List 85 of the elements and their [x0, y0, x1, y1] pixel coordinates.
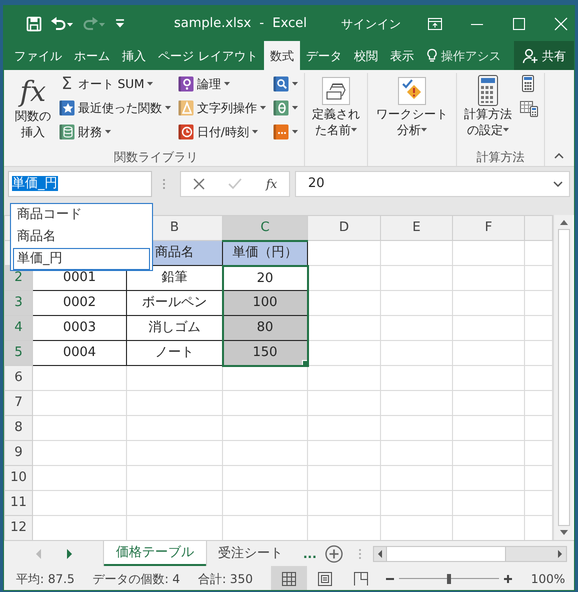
table-cell[interactable]: 0003 [32, 316, 126, 340]
row-header[interactable]: 10 [4, 466, 32, 490]
column-header[interactable]: C [222, 216, 308, 240]
window-title: sample.xlsx - Excel [174, 14, 307, 33]
row-header[interactable]: 6 [4, 366, 32, 390]
share-button[interactable]: 共有 [514, 41, 574, 70]
status-text: 平均: 87.5 [16, 570, 75, 588]
status-text: データの個数: 4 [92, 570, 180, 588]
ribbon-tab[interactable]: ページ レイアウト [152, 41, 264, 70]
row-header[interactable]: 3 [4, 290, 32, 316]
calculator-icon [520, 75, 536, 93]
zoom-level-text: 100% [530, 570, 566, 588]
table-cell[interactable]: 150 [222, 340, 308, 366]
column-header[interactable]: F [452, 216, 524, 240]
column-header[interactable]: D [308, 216, 380, 240]
ribbon-tab[interactable]: 表示 [384, 41, 420, 70]
ribbon-tab[interactable]: 校閲 [348, 41, 384, 70]
sum-icon: Σ [58, 76, 75, 92]
table-cell[interactable]: 0004 [32, 340, 126, 366]
row-header[interactable]: 7 [4, 390, 32, 416]
tell-me-button[interactable]: 操作アシス [420, 41, 503, 70]
save-icon[interactable] [26, 16, 42, 32]
expand-icon[interactable] [553, 181, 563, 187]
column-header[interactable]: E [380, 216, 452, 240]
table-cell[interactable]: 100 [222, 290, 308, 316]
name-list-item[interactable]: 単価_円 [13, 248, 150, 270]
ribbon-button[interactable]: 日付/時刻 [176, 121, 268, 143]
clock-icon [178, 124, 194, 140]
table-cell[interactable]: 20 [222, 266, 308, 290]
cancel-icon[interactable] [192, 178, 205, 190]
sheet-tab[interactable]: 価格テーブル [104, 541, 206, 566]
ribbon-button[interactable]: 定義された名前 [308, 73, 364, 148]
undo-icon[interactable] [50, 16, 74, 32]
ribbon-tab[interactable]: 数式 [264, 41, 300, 70]
ring-icon [178, 76, 194, 92]
name-box[interactable]: 単価_円 [8, 171, 152, 197]
row-header[interactable]: 9 [4, 440, 32, 466]
more-icon [272, 124, 289, 140]
status-text: 合計: 350 [198, 570, 253, 588]
maximize-icon[interactable] [510, 16, 527, 32]
sheet-calculator-icon [520, 99, 538, 117]
grid-view-icon[interactable] [282, 572, 296, 586]
header-cell[interactable]: 単価（円） [222, 240, 308, 266]
ribbon-button[interactable]: 最近使った関数 [56, 97, 173, 119]
table-cell[interactable]: 80 [222, 316, 308, 340]
table-cell[interactable]: 0002 [32, 290, 126, 316]
insert-function-button[interactable]: fx [266, 175, 278, 193]
ribbon-tab[interactable]: ホーム [68, 41, 116, 70]
ribbon-tab[interactable]: ファイル [8, 41, 68, 70]
ribbon-tab[interactable]: 挿入 [116, 41, 152, 70]
collapse-ribbon-icon[interactable] [554, 152, 564, 159]
ribbon-button[interactable]: 計算方法の設定 [460, 73, 516, 148]
row-header[interactable]: 5 [4, 340, 32, 366]
ribbon-display-icon[interactable] [426, 16, 443, 32]
row-header[interactable]: 4 [4, 316, 32, 340]
scroll-thumb[interactable] [386, 546, 506, 560]
scroll-thumb[interactable] [558, 229, 570, 526]
sheet-tab[interactable]: 受注シート [206, 541, 295, 566]
slider-thumb[interactable] [446, 574, 451, 584]
search-icon [272, 76, 289, 92]
database-icon [58, 124, 75, 140]
sign-in-link[interactable]: サインイン [340, 14, 401, 32]
row-header[interactable]: 8 [4, 416, 32, 440]
row-header[interactable]: 11 [4, 490, 32, 516]
page-break-icon[interactable] [354, 572, 368, 586]
group-label: 計算方法 [475, 149, 526, 166]
page-layout-icon[interactable] [318, 572, 332, 586]
ribbon-button[interactable]: ワークシート分析 [372, 73, 452, 148]
ribbon-button[interactable]: 財務 [56, 121, 173, 143]
add-sheet-icon[interactable] [324, 544, 343, 562]
ribbon-button[interactable]: 論理 [176, 73, 268, 95]
ribbon-tab[interactable]: データ [300, 41, 348, 70]
ribbon-button[interactable]: 文字列操作 [176, 97, 268, 119]
row-header[interactable]: 12 [4, 516, 32, 540]
ribbon-button[interactable]: fx 関数の挿入 [12, 73, 54, 148]
person-add-icon [522, 48, 538, 64]
zoom-in-icon[interactable] [502, 574, 513, 584]
more-sheets-button[interactable]: ... [303, 544, 317, 562]
close-icon[interactable] [552, 16, 569, 32]
ribbon-button[interactable]: Σ オート SUM [56, 73, 173, 95]
function-icon: fx [20, 75, 46, 109]
formula-field[interactable]: 20 [295, 171, 570, 197]
group-label: 関数ライブラリ [112, 149, 199, 166]
next-sheet-icon[interactable] [65, 548, 74, 560]
lightbulb-icon [426, 48, 438, 64]
